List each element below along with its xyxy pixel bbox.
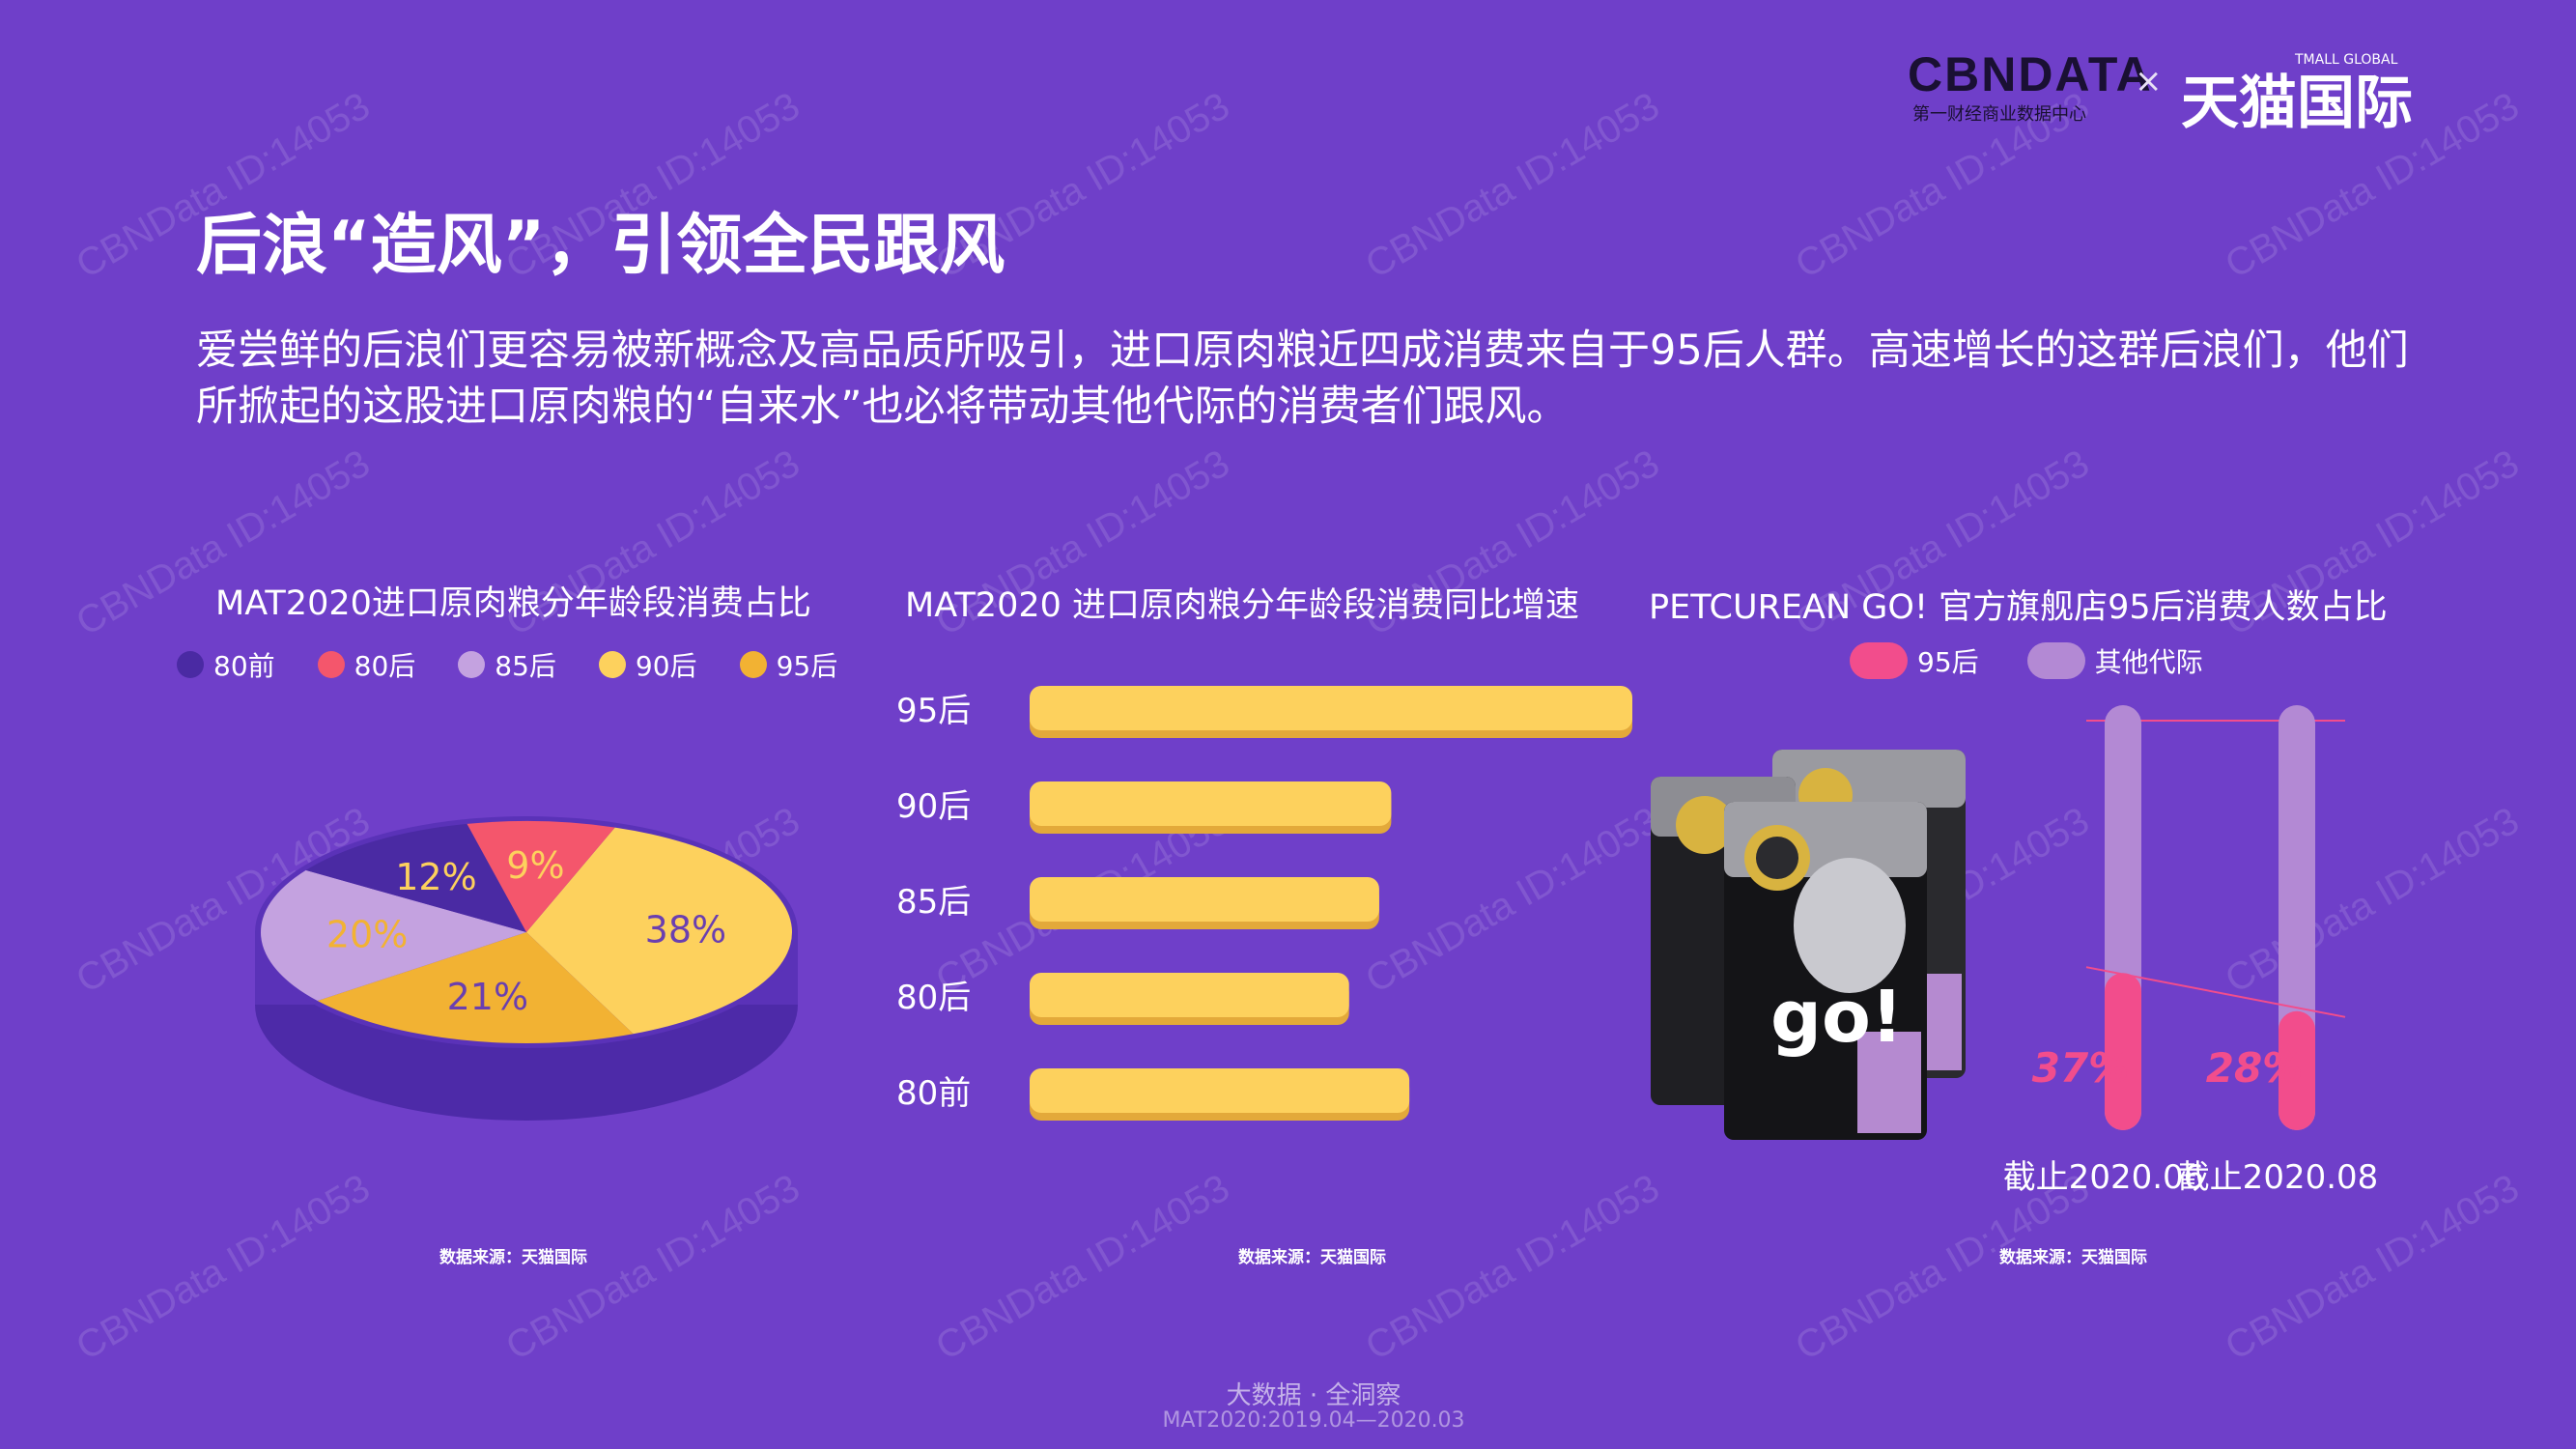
pie-legend-swatch — [177, 651, 204, 678]
watermark-text: CBNData ID:14053 — [69, 1166, 378, 1369]
pie-chart-source: 数据来源：天猫国际 — [439, 1248, 587, 1267]
pie-legend-item: 80前 — [177, 645, 275, 684]
bar — [1030, 781, 1392, 826]
logo-separator: × — [2135, 62, 2163, 100]
share-legend-label: 95后 — [1917, 646, 1979, 678]
pie-legend-item: 85后 — [458, 645, 556, 684]
cbndata-logo: CBNDATA — [1908, 47, 2153, 101]
pie-legend-label: 95后 — [776, 650, 838, 682]
bar-category-label: 80后 — [896, 979, 971, 1017]
share-legend-item: 95后 — [1850, 641, 1979, 680]
bar-category-label: 80前 — [896, 1074, 971, 1113]
pie-legend-swatch — [458, 651, 486, 678]
footer-period: MAT2020:2019.04—2020.03 — [1162, 1408, 1465, 1433]
tmall-global-logo: 天猫国际 — [2181, 70, 2413, 137]
bar-category-label: 95后 — [896, 692, 971, 730]
share-category-label: 截止2020.08 — [2177, 1158, 2379, 1197]
petcurean-go-product-image: go! — [1651, 750, 1966, 1140]
growth-chart-source: 数据来源：天猫国际 — [1238, 1248, 1386, 1267]
share-legend: 95后 其他代际 — [1850, 641, 2203, 680]
pie-legend-swatch — [598, 651, 626, 678]
growth-bar-chart: 95后 90后 85后 80后 80前 — [896, 686, 1632, 1121]
share-legend-swatch — [2026, 642, 2085, 679]
share-chart-title: PETCUREAN GO! 官方旗舰店95后消费人数占比 — [1649, 588, 2388, 627]
pie-legend-label: 90后 — [635, 650, 697, 682]
share-data-label: 37% — [2032, 1044, 2130, 1092]
share-legend-label: 其他代际 — [2094, 646, 2203, 678]
footer-tagline: 大数据 · 全洞察 — [1226, 1381, 1401, 1410]
pie-legend-swatch — [317, 651, 345, 678]
pie-legend-label: 80前 — [213, 650, 275, 682]
pie-legend-item: 95后 — [739, 645, 838, 684]
share-chart-source: 数据来源：天猫国际 — [1999, 1248, 2147, 1267]
watermark-text: CBNData ID:14053 — [1358, 1166, 1667, 1369]
share-legend-item: 其他代际 — [2026, 641, 2203, 680]
pie-chart: 38% 21% 20% 12% 9% — [255, 816, 798, 1121]
watermark-text: CBNData ID:14053 — [1358, 84, 1667, 287]
pie-slice-label: 38% — [645, 908, 726, 951]
bar-category-label: 90后 — [896, 787, 971, 826]
pie-chart-title: MAT2020进口原肉粮分年龄段消费占比 — [215, 584, 811, 623]
pie-slice-label: 21% — [447, 976, 528, 1018]
bar — [1030, 1068, 1410, 1113]
share-category-label: 截止2020.06 — [2003, 1158, 2205, 1197]
bar — [1030, 973, 1349, 1017]
pie-slice-label: 12% — [395, 856, 476, 898]
pie-legend-item: 90后 — [598, 645, 697, 684]
watermark-text: CBNData ID:14053 — [498, 1166, 807, 1369]
pie-slice-label: 9% — [506, 844, 564, 887]
pie-legend-label: 85后 — [495, 650, 556, 682]
growth-chart-title: MAT2020 进口原肉粮分年龄段消费同比增速 — [905, 586, 1580, 625]
bar — [1030, 686, 1632, 730]
share-data-label: 28% — [2206, 1044, 2304, 1092]
pie-legend-label: 80后 — [354, 650, 416, 682]
bar-category-label: 85后 — [896, 883, 971, 922]
bar — [1030, 877, 1379, 922]
pie-slice-label: 20% — [326, 914, 408, 956]
product-brand-text: go! — [1770, 976, 1904, 1059]
share-bar-chart: 37% 截止2020.06 28% 截止2020.08 — [2003, 705, 2379, 1197]
page-title: 后浪“造风”，引领全民跟风 — [196, 208, 1005, 284]
intro-paragraph: 爱尝鲜的后浪们更容易被新概念及高品质所吸引，进口原肉粮近四成消费来自于95后人群… — [196, 327, 2409, 431]
pie-legend-item: 80后 — [317, 645, 416, 684]
pie-legend: 80前 80后 85后 90后 95后 — [177, 645, 837, 684]
watermark-text: CBNData ID:14053 — [928, 1166, 1237, 1369]
cbndata-logo-subtitle: 第一财经商业数据中心 — [1912, 104, 2086, 125]
pie-legend-swatch — [739, 651, 767, 678]
product-bag-front: go! — [1724, 802, 1927, 1140]
share-legend-swatch — [1850, 642, 1908, 679]
